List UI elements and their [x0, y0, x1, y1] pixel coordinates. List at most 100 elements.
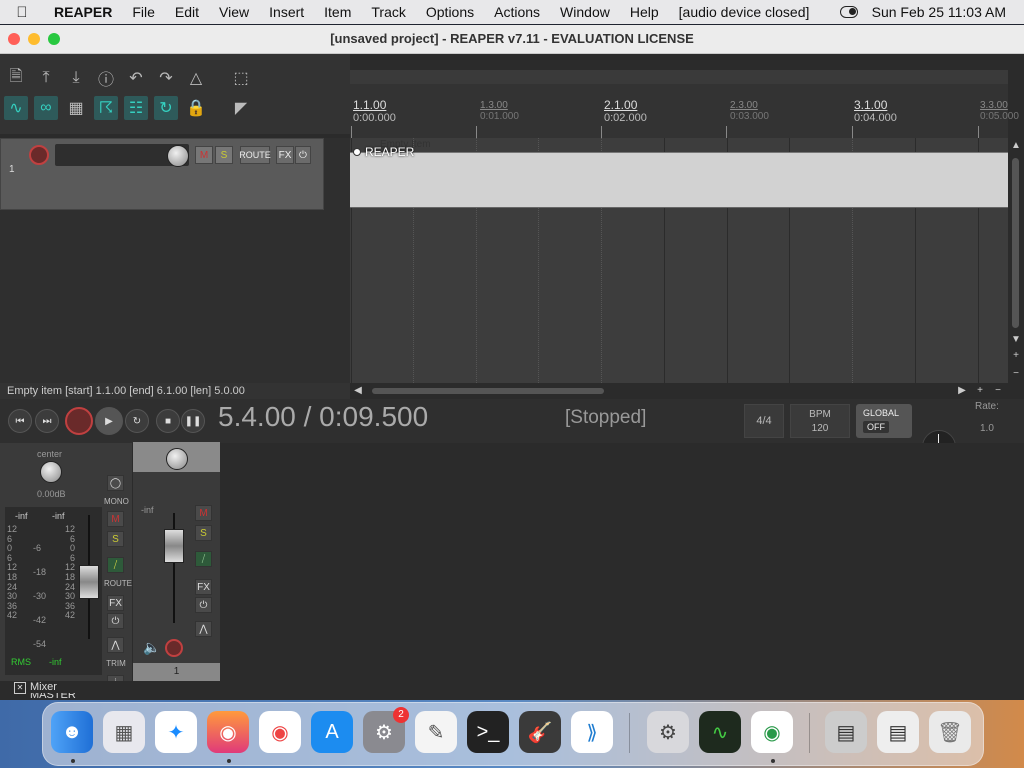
trash-icon[interactable]: 🗑: [929, 711, 971, 753]
scroll-up-icon[interactable]: ▲: [1010, 140, 1022, 152]
time-signature[interactable]: 4/4: [744, 404, 784, 438]
redo-icon[interactable]: ↷: [154, 66, 178, 90]
channel-1-header[interactable]: [133, 442, 220, 472]
go-to-end-icon[interactable]: ⏭: [35, 409, 59, 433]
menu-actions[interactable]: Actions: [484, 4, 550, 20]
channel-1-envelope-icon[interactable]: ⋀: [195, 621, 212, 637]
menu-edit[interactable]: Edit: [165, 4, 209, 20]
menu-help[interactable]: Help: [620, 4, 669, 20]
master-fader[interactable]: [79, 565, 99, 599]
item-handle-icon[interactable]: [353, 148, 361, 156]
grid-lines-icon[interactable]: ☷: [124, 96, 148, 120]
track-1-header[interactable]: 1 M S ROUTE FX ⏻: [0, 138, 324, 210]
close-mixer-icon[interactable]: ✕: [14, 682, 26, 694]
zoom-out-horizontal-icon[interactable]: −: [992, 385, 1004, 397]
zoom-in-horizontal-icon[interactable]: +: [974, 385, 986, 397]
snap-grid-icon[interactable]: ▦: [64, 96, 88, 120]
vertical-scroll-thumb[interactable]: [1012, 158, 1019, 328]
channel-1-solo-button[interactable]: S: [195, 525, 212, 541]
track-mute-button[interactable]: M: [195, 146, 213, 164]
zoom-out-vertical-icon[interactable]: −: [1010, 368, 1022, 380]
master-route-icon[interactable]: ⧸: [107, 557, 124, 573]
channel-1-record-arm-button[interactable]: [165, 639, 183, 657]
scroll-left-icon[interactable]: ◀: [352, 385, 364, 397]
mixer-tab[interactable]: ✕ Mixer: [0, 681, 1024, 694]
menu-options[interactable]: Options: [416, 4, 484, 20]
horizontal-scroll-thumb[interactable]: [372, 388, 604, 394]
chrome-icon[interactable]: ◉: [259, 711, 301, 753]
record-arm-button[interactable]: [29, 145, 49, 165]
scroll-right-icon[interactable]: ▶: [956, 385, 968, 397]
stop-icon[interactable]: ■: [156, 409, 180, 433]
finder-icon[interactable]: ☻: [51, 711, 93, 753]
apple-menu-icon[interactable]: : [0, 4, 44, 21]
master-pan-knob[interactable]: [40, 461, 62, 483]
repeat-icon[interactable]: ↻: [125, 409, 149, 433]
save-project-icon[interactable]: ⤓: [64, 66, 88, 90]
global-automation-button[interactable]: GLOBAL OFF: [856, 404, 912, 438]
master-fx-button[interactable]: FX: [107, 595, 124, 611]
vscode-icon[interactable]: ⟫: [571, 711, 613, 753]
recent-window-thumbnail-icon[interactable]: ▤: [825, 711, 867, 753]
terminal-icon[interactable]: >_: [467, 711, 509, 753]
ripple-edit-icon[interactable]: ☈: [94, 96, 118, 120]
play-icon[interactable]: ▶: [95, 407, 123, 435]
rms-label[interactable]: RMS: [11, 657, 31, 667]
channel-1-route-icon[interactable]: ⧸: [195, 551, 212, 567]
project-info-icon[interactable]: ⓘ: [94, 66, 118, 90]
record-button[interactable]: [65, 407, 93, 435]
master-fx-bypass-icon[interactable]: ⏻: [107, 613, 124, 629]
timeline-ruler[interactable]: 1.1.00 0:00.000 1.3.00 0:01.000 2.1.00 0:02…: [350, 70, 1019, 138]
ruler-region-strip[interactable]: [350, 70, 1008, 84]
menubar-clock[interactable]: Sun Feb 25 11:03 AM: [858, 4, 1024, 20]
track-route-button[interactable]: ROUTE: [239, 146, 271, 164]
item-grouping-icon[interactable]: ∞: [34, 96, 58, 120]
metronome-icon[interactable]: △: [184, 66, 208, 90]
lock-icon[interactable]: 🔒: [184, 96, 208, 120]
auto-crossfade-icon[interactable]: ∿: [4, 96, 28, 120]
launchpad-icon[interactable]: ▦: [103, 711, 145, 753]
marquee-select-icon[interactable]: ⬚: [229, 66, 253, 90]
master-solo-button[interactable]: S: [107, 531, 124, 547]
textedit-icon[interactable]: ✎: [415, 711, 457, 753]
menu-audio-device-status[interactable]: [audio device closed]: [669, 4, 820, 20]
channel-1-fx-bypass-icon[interactable]: ⏻: [195, 597, 212, 613]
scroll-down-icon[interactable]: ▼: [1010, 334, 1022, 346]
channel-1-number[interactable]: 1: [133, 663, 220, 681]
track-fx-button[interactable]: FX: [276, 146, 294, 164]
channel-1-fx-button[interactable]: FX: [195, 579, 212, 595]
menu-item[interactable]: Item: [314, 4, 361, 20]
track-volume-knob[interactable]: [167, 145, 189, 167]
envelope-edit-icon[interactable]: ◤: [229, 96, 253, 120]
transport-time-display[interactable]: 5.4.00 / 0:09.500: [218, 401, 428, 433]
safari-icon[interactable]: ✦: [155, 711, 197, 753]
arrange-view[interactable]: Empty Item REAPER: [350, 138, 1008, 383]
control-center-icon[interactable]: [839, 6, 858, 18]
menu-file[interactable]: File: [122, 4, 165, 20]
playrate-display[interactable]: Rate: 1.0: [975, 401, 999, 434]
reaper-icon[interactable]: ◉: [751, 711, 793, 753]
undo-icon[interactable]: ↶: [124, 66, 148, 90]
channel-1-fader[interactable]: [164, 529, 184, 563]
channel-1-mute-button[interactable]: M: [195, 505, 212, 521]
menu-track[interactable]: Track: [361, 4, 415, 20]
track-fx-bypass-icon[interactable]: ⏻: [295, 146, 311, 164]
go-to-start-icon[interactable]: ⏮: [8, 409, 32, 433]
master-mute-button[interactable]: M: [107, 511, 124, 527]
app-store-icon[interactable]: A: [311, 711, 353, 753]
master-trim-icon[interactable]: ⋀: [107, 637, 124, 653]
speaker-icon[interactable]: 🔈: [143, 639, 160, 656]
pause-icon[interactable]: ❚❚: [181, 409, 205, 433]
zoom-in-vertical-icon[interactable]: +: [1010, 350, 1022, 362]
menu-window[interactable]: Window: [550, 4, 620, 20]
tempo-box[interactable]: BPM 120: [790, 404, 850, 438]
activity-monitor-icon[interactable]: ∿: [699, 711, 741, 753]
vertical-scrollbar[interactable]: ▲ ▼ + −: [1008, 138, 1024, 383]
loop-icon[interactable]: ↻: [154, 96, 178, 120]
menu-reaper[interactable]: REAPER: [44, 4, 122, 20]
empty-item[interactable]: [350, 152, 1008, 208]
new-project-icon[interactable]: 🗎: [4, 66, 28, 90]
garageband-icon[interactable]: 🎸: [519, 711, 561, 753]
firefox-icon[interactable]: ◉: [207, 711, 249, 753]
downloads-stack-icon[interactable]: ▤: [877, 711, 919, 753]
